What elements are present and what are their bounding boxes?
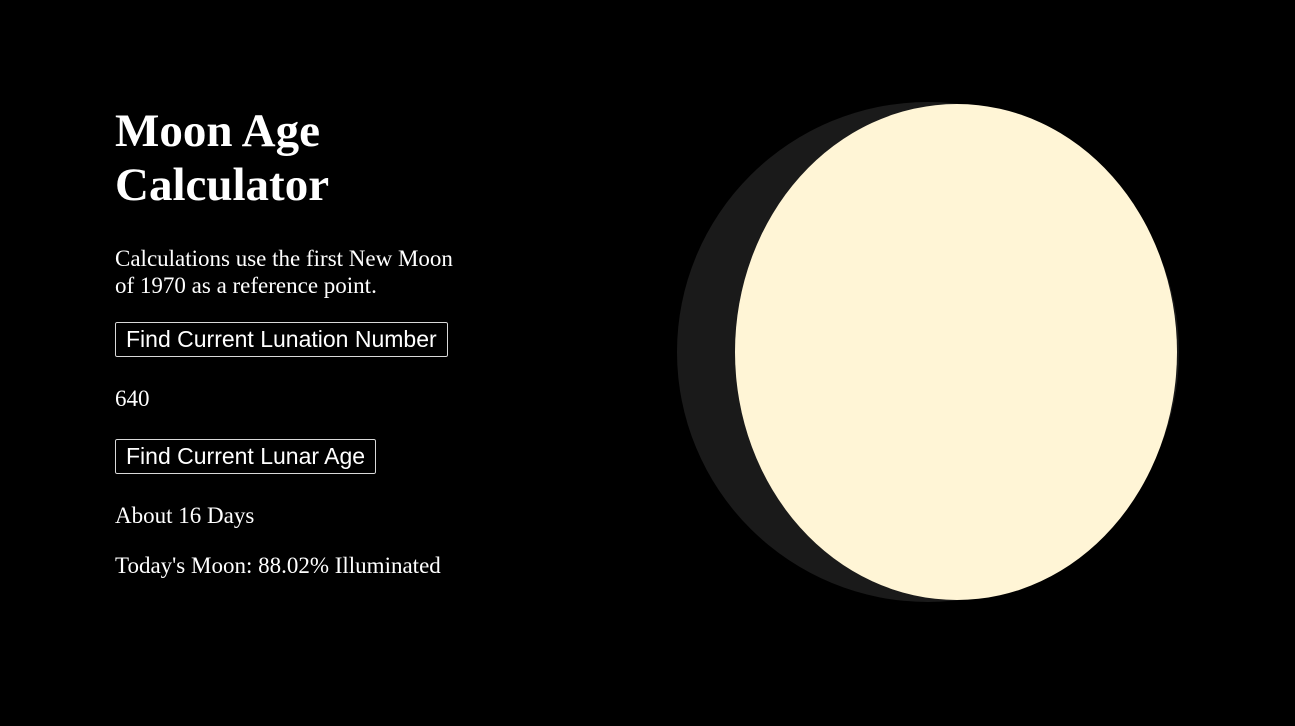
find-lunar-age-button[interactable]: Find Current Lunar Age — [113, 438, 378, 475]
illumination-text: Today's Moon: 88.02% Illuminated — [115, 553, 441, 578]
find-lunation-number-button[interactable]: Find Current Lunation Number — [114, 321, 449, 358]
description-text: Calculations use the first New Moon of 1… — [115, 246, 453, 298]
lunar-age-result: About 16 Days — [115, 503, 255, 528]
moon-graphic — [677, 102, 1179, 602]
left-panel: Moon Age Calculator Calculations use the… — [113, 104, 475, 578]
page-title: Moon Age Calculator — [115, 105, 330, 211]
lunation-number-result: 640 — [115, 386, 150, 411]
moon-lit-area — [735, 104, 1177, 600]
